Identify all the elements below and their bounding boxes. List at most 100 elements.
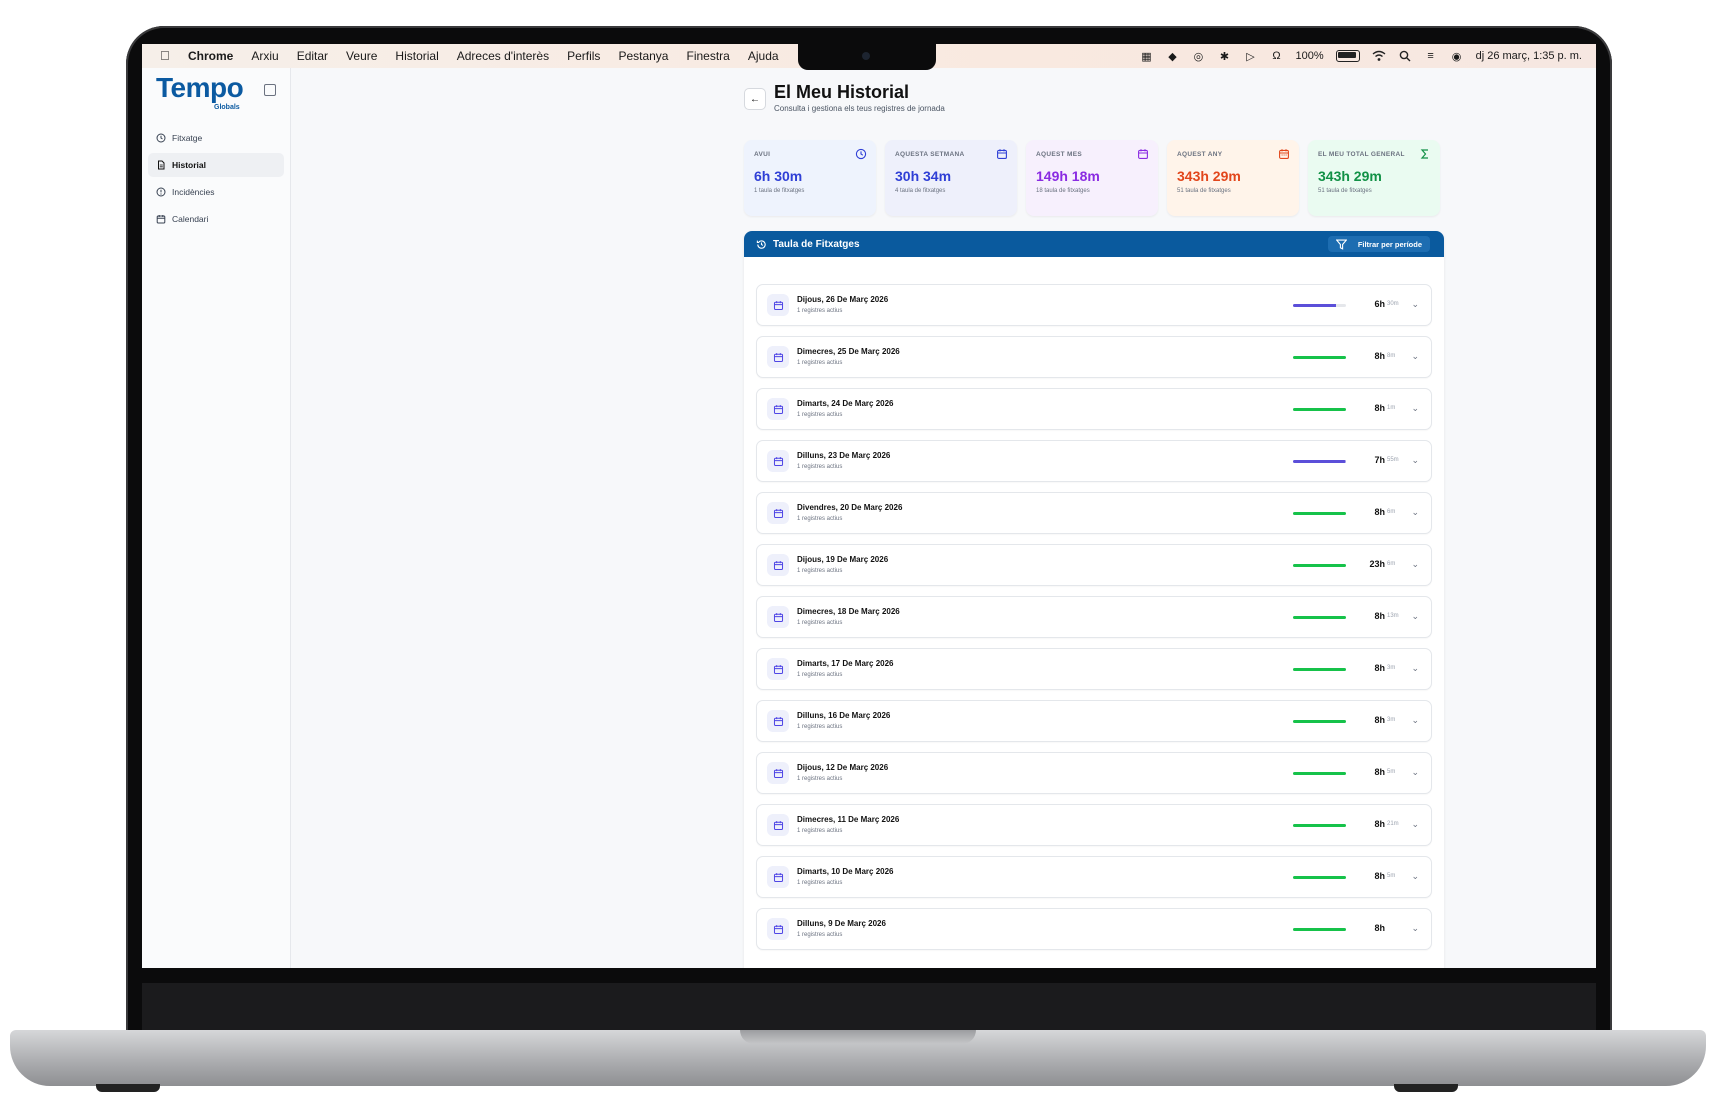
battery-icon[interactable] <box>1335 50 1360 62</box>
panel-header: Taula de Fitxatges Filtrar per període <box>744 231 1444 257</box>
dropbox-icon[interactable]: ◆ <box>1165 49 1179 63</box>
sidebar-collapse-icon[interactable] <box>264 84 276 96</box>
menu-item-pestanya[interactable]: Pestanya <box>618 49 668 63</box>
row-hours: 8h <box>1374 663 1385 673</box>
calendar-icon <box>767 606 789 628</box>
row-minutes: 30m <box>1387 301 1399 307</box>
headphones-icon[interactable]: Ω <box>1269 49 1283 63</box>
fitxatge-row[interactable]: Dilluns, 16 De Març 2026 1 registres acti… <box>756 700 1432 742</box>
fitxatge-row[interactable]: Dimarts, 17 De Març 2026 1 registres acti… <box>756 648 1432 690</box>
row-progress-bar <box>1293 460 1346 463</box>
row-count: 1 registres actius <box>797 776 843 782</box>
sidebar-item-fitxatge[interactable]: Fitxatge <box>148 126 284 150</box>
menu-item-finestra[interactable]: Finestra <box>686 49 729 63</box>
search-icon[interactable] <box>1398 49 1412 63</box>
extension-icon[interactable]: ▦ <box>1139 49 1153 63</box>
filter-period-button[interactable]: Filtrar per període <box>1327 236 1430 252</box>
airdrop-icon[interactable]: ◎ <box>1191 49 1205 63</box>
calendar-icon <box>767 450 789 472</box>
menu-item-veure[interactable]: Veure <box>346 49 377 63</box>
calendar-icon <box>767 814 789 836</box>
menu-clock[interactable]: dj 26 març, 1:35 p. m. <box>1476 50 1582 62</box>
chevron-down-icon[interactable]: ⌄ <box>1411 871 1419 882</box>
row-date: Dilluns, 23 De Març 2026 <box>797 451 891 460</box>
sidebar-item-calendari[interactable]: Calendari <box>148 207 284 231</box>
fitxatge-row[interactable]: Dijous, 26 De Març 2026 1 registres actiu… <box>756 284 1432 326</box>
play-icon[interactable]: ▷ <box>1243 49 1257 63</box>
page-title: El Meu Historial <box>774 82 910 102</box>
stat-card-value: 343h 29m <box>1318 168 1382 184</box>
row-date: Divendres, 20 De Març 2026 <box>797 503 903 512</box>
stat-card-value: 30h 34m <box>895 168 952 184</box>
chevron-down-icon[interactable]: ⌄ <box>1411 767 1419 778</box>
fitxatge-row[interactable]: Dimecres, 25 De Març 2026 1 registres act… <box>756 336 1432 378</box>
sidebar-item-incidencies[interactable]: Incidències <box>148 180 284 204</box>
filter-icon <box>1335 239 1347 250</box>
sidebar-item-historial[interactable]: Historial <box>148 153 284 177</box>
chevron-down-icon[interactable]: ⌄ <box>1411 455 1419 466</box>
macos-menu-bar:  Chrome Arxiu Editar Veure Historial Ad… <box>142 44 1596 70</box>
app-logo-sub: Globals <box>214 104 240 111</box>
row-hours: 8h <box>1374 923 1385 933</box>
menu-item-perfils[interactable]: Perfils <box>567 49 600 63</box>
menu-item-ajuda[interactable]: Ajuda <box>748 49 779 63</box>
fitxatge-row[interactable]: Dimarts, 10 De Març 2026 1 registres acti… <box>756 856 1432 898</box>
siri-icon[interactable]: ◉ <box>1450 49 1464 63</box>
fitxatge-row[interactable]: Dilluns, 9 De Març 2026 1 registres actiu… <box>756 908 1432 950</box>
wifi-icon[interactable] <box>1372 49 1386 63</box>
row-date: Dimarts, 17 De Març 2026 <box>797 659 894 668</box>
stat-card: AQUEST ANY 343h 29m 51 taula de fitxatges <box>1167 140 1299 216</box>
row-date: Dijous, 12 De Març 2026 <box>797 763 889 772</box>
chevron-down-icon[interactable]: ⌄ <box>1411 663 1419 674</box>
row-minutes: 6m <box>1387 509 1396 515</box>
row-progress-bar <box>1293 928 1346 931</box>
fitxatge-row[interactable]: Dimecres, 11 De Març 2026 1 registres act… <box>756 804 1432 846</box>
fitxatge-row[interactable]: Dimecres, 18 De Març 2026 1 registres act… <box>756 596 1432 638</box>
row-count: 1 registres actius <box>797 672 843 678</box>
fitxatge-row[interactable]: Dilluns, 23 De Març 2026 1 registres acti… <box>756 440 1432 482</box>
chevron-down-icon[interactable]: ⌄ <box>1411 299 1419 310</box>
row-date: Dimecres, 11 De Març 2026 <box>797 815 900 824</box>
row-date: Dijous, 26 De Març 2026 <box>797 295 889 304</box>
back-button[interactable]: ← <box>744 88 766 110</box>
menu-item-adreces[interactable]: Adreces d'interès <box>457 49 549 63</box>
stat-card-label: AQUEST ANY <box>1177 151 1223 158</box>
chevron-down-icon[interactable]: ⌄ <box>1411 403 1419 414</box>
chevron-down-icon[interactable]: ⌄ <box>1411 507 1419 518</box>
fitxatge-row[interactable]: Dijous, 12 De Març 2026 1 registres actiu… <box>756 752 1432 794</box>
stat-card-label: AQUESTA SETMANA <box>895 151 965 158</box>
chevron-down-icon[interactable]: ⌄ <box>1411 715 1419 726</box>
chevron-down-icon[interactable]: ⌄ <box>1411 351 1419 362</box>
calendar-icon <box>767 710 789 732</box>
fitxatge-row[interactable]: Divendres, 20 De Març 2026 1 registres ac… <box>756 492 1432 534</box>
calendar-icon <box>767 398 789 420</box>
app-logo[interactable]: Tempo <box>156 72 244 104</box>
menu-item-arxiu[interactable]: Arxiu <box>251 49 278 63</box>
laptop-opening-notch <box>740 1030 976 1044</box>
row-hours: 8h <box>1374 871 1385 881</box>
menu-item-historial[interactable]: Historial <box>395 49 438 63</box>
chevron-down-icon[interactable]: ⌄ <box>1411 819 1419 830</box>
menu-item-editar[interactable]: Editar <box>297 49 328 63</box>
chevron-down-icon[interactable]: ⌄ <box>1411 611 1419 622</box>
row-progress-bar <box>1293 772 1346 775</box>
clock-icon <box>855 148 867 160</box>
calendar-icon <box>767 294 789 316</box>
bluetooth-icon[interactable]: ✱ <box>1217 49 1231 63</box>
row-minutes: 5m <box>1387 873 1396 879</box>
fitxatge-row[interactable]: Dijous, 19 De Març 2026 1 registres actiu… <box>756 544 1432 586</box>
calendar-icon <box>997 149 1007 159</box>
screen:  Chrome Arxiu Editar Veure Historial Ad… <box>142 44 1596 968</box>
fitxatge-row[interactable]: Dimarts, 24 De Març 2026 1 registres acti… <box>756 388 1432 430</box>
row-minutes: 8m <box>1387 353 1396 359</box>
chevron-down-icon[interactable]: ⌄ <box>1411 559 1419 570</box>
control-center-icon[interactable]: ≡ <box>1424 49 1438 63</box>
menu-app-name[interactable]: Chrome <box>188 49 233 63</box>
row-progress-bar <box>1293 408 1346 411</box>
arrow-left-icon: ← <box>750 93 760 105</box>
row-progress-bar <box>1293 616 1346 619</box>
apple-icon[interactable]:  <box>160 49 174 63</box>
calendar-days-icon <box>1279 149 1289 159</box>
chevron-down-icon[interactable]: ⌄ <box>1411 923 1419 934</box>
row-progress-bar <box>1293 304 1346 307</box>
